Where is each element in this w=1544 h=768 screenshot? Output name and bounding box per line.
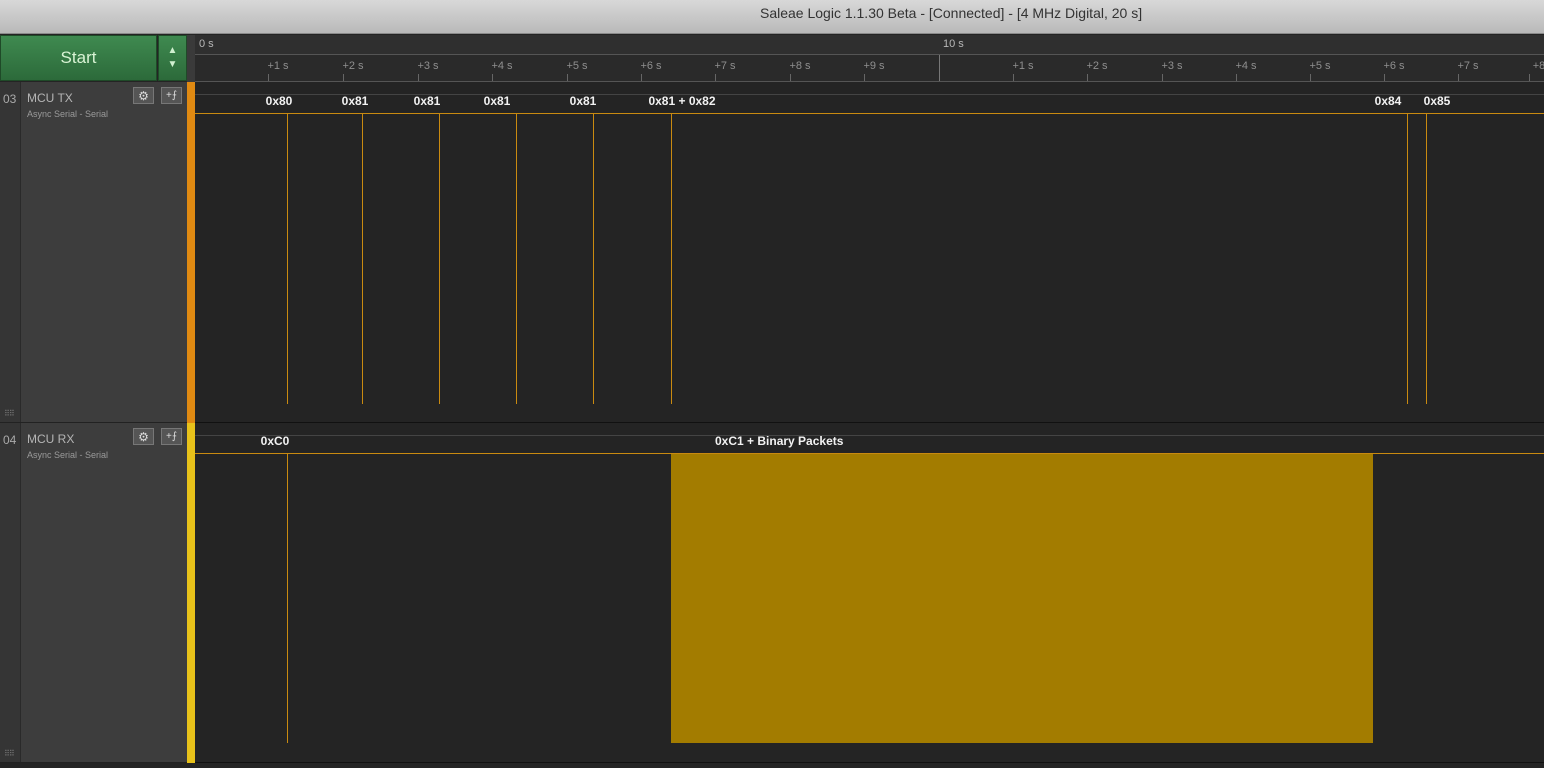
ruler-tick-line — [343, 74, 344, 81]
ruler-tick-line — [864, 74, 865, 81]
signal-baseline — [195, 113, 1544, 114]
trigger-icon[interactable]: +⨍ — [161, 87, 182, 104]
waveform-rx[interactable]: 0xC0 0xC1 + Binary Packets — [195, 423, 1544, 763]
analyzer-name: Async Serial - Serial — [27, 109, 109, 119]
ruler-tick-label: +8 s — [789, 60, 811, 72]
ruler-major-label: 10 s — [943, 38, 964, 50]
trigger-icon[interactable]: +⨍ — [161, 428, 182, 445]
ruler-tick-line — [1162, 74, 1163, 81]
decoded-byte-label[interactable]: 0x84 — [1375, 94, 1402, 108]
ruler-tick-label: +7 s — [714, 60, 736, 72]
ruler-tick-label: +6 s — [640, 60, 662, 72]
channel-color-bar — [187, 82, 195, 423]
decoded-byte-label[interactable]: 0x81 — [570, 94, 597, 108]
ruler-major-line — [939, 55, 940, 81]
ruler-tick-line — [1087, 74, 1088, 81]
channel-name[interactable]: MCU TX — [27, 91, 73, 105]
ruler-tick-line — [567, 74, 568, 81]
ruler-tick-label: +1 s — [267, 60, 289, 72]
ruler-tick-label: +7 s — [1457, 60, 1479, 72]
channel-number-box: 04 — [0, 423, 21, 762]
ruler-tick-label: +3 s — [1161, 60, 1183, 72]
analyzer-name: Async Serial - Serial — [27, 450, 109, 460]
chevron-down-icon[interactable]: ▼ — [168, 60, 178, 70]
ruler-tick-line — [715, 74, 716, 81]
title-bar: Saleae Logic 1.1.30 Beta - [Connected] -… — [0, 0, 1544, 34]
ruler-handle[interactable] — [187, 35, 195, 82]
chevron-up-icon[interactable]: ▲ — [168, 46, 178, 56]
ruler-major-label: 0 s — [199, 38, 214, 50]
ruler-tick-line — [1458, 74, 1459, 81]
ruler-tick-line — [1310, 74, 1311, 81]
signal-pulse — [287, 113, 288, 404]
ruler-tick-label: +4 s — [491, 60, 513, 72]
decoded-byte-label[interactable]: 0x81 — [414, 94, 441, 108]
decoded-byte-label[interactable]: 0x81 + 0x82 — [648, 94, 715, 108]
decoded-byte-label[interactable]: 0x81 — [484, 94, 511, 108]
binary-packets-block[interactable] — [671, 454, 1373, 743]
ruler-tick-label: +1 s — [1012, 60, 1034, 72]
ruler-tick-label: +6 s — [1383, 60, 1405, 72]
channel-number-box: 03 — [0, 82, 21, 422]
decoded-byte-label[interactable]: 0x85 — [1424, 94, 1451, 108]
channel-number: 03 — [3, 92, 17, 106]
ruler-tick-line — [268, 74, 269, 81]
ruler-tick-line — [1236, 74, 1237, 81]
window-title: Saleae Logic 1.1.30 Beta - [Connected] -… — [760, 5, 1143, 21]
ruler-tick-label: +5 s — [566, 60, 588, 72]
waveform-tx[interactable]: 0x80 0x81 0x81 0x81 0x81 0x81 + 0x82 0x84 0x85 — [195, 82, 1544, 423]
channel-name[interactable]: MCU RX — [27, 432, 74, 446]
signal-pulse — [671, 113, 672, 404]
ruler-tick-line — [790, 74, 791, 81]
decoder-strip — [195, 94, 1544, 95]
ruler-tick-label: +4 s — [1235, 60, 1257, 72]
time-ruler-minor[interactable]: +1 s +2 s +3 s +4 s +5 s +6 s +7 s +8 s +9 s +1 s… — [195, 55, 1544, 82]
signal-pulse — [1426, 113, 1427, 404]
gear-icon[interactable]: ⚙ — [133, 87, 154, 104]
ruler-tick-label: +5 s — [1309, 60, 1331, 72]
decoded-byte-label[interactable]: 0x81 — [342, 94, 369, 108]
ruler-tick-line — [1529, 74, 1530, 81]
channel-panel-rx[interactable]: 04 MCU RX Async Serial - Serial ⚙ +⨍ ⠿⠿ — [0, 423, 187, 763]
drag-grip-icon[interactable]: ⠿⠿ — [4, 749, 15, 758]
channel-panel-tx[interactable]: 03 MCU TX Async Serial - Serial ⚙ +⨍ ⠿⠿ — [0, 82, 187, 423]
time-ruler-major[interactable]: 0 s 10 s — [195, 35, 1544, 55]
start-options[interactable]: ▲ ▼ — [158, 35, 187, 81]
ruler-tick-label: +2 s — [1086, 60, 1108, 72]
signal-pulse — [1407, 113, 1408, 404]
channel-color-bar — [187, 423, 195, 763]
ruler-tick-label: +9 s — [863, 60, 885, 72]
ruler-tick-line — [418, 74, 419, 81]
drag-grip-icon[interactable]: ⠿⠿ — [4, 409, 15, 418]
ruler-tick-line — [1384, 74, 1385, 81]
decoded-byte-label[interactable]: 0xC0 — [261, 434, 290, 448]
gear-icon[interactable]: ⚙ — [133, 428, 154, 445]
ruler-tick-label: +2 s — [342, 60, 364, 72]
signal-pulse — [362, 113, 363, 404]
signal-pulse — [516, 113, 517, 404]
channel-number: 04 — [3, 433, 17, 447]
ruler-tick-label: +3 s — [417, 60, 439, 72]
signal-pulse — [593, 113, 594, 404]
decoder-strip — [195, 435, 1544, 436]
ruler-tick-line — [641, 74, 642, 81]
decoded-byte-label[interactable]: 0xC1 + Binary Packets — [715, 434, 843, 448]
signal-pulse — [287, 453, 288, 743]
signal-pulse — [439, 113, 440, 404]
decoded-byte-label[interactable]: 0x80 — [266, 94, 293, 108]
ruler-tick-line — [492, 74, 493, 81]
start-button[interactable]: Start — [0, 35, 157, 81]
ruler-tick-line — [1013, 74, 1014, 81]
ruler-tick-label: +8 — [1532, 60, 1544, 72]
